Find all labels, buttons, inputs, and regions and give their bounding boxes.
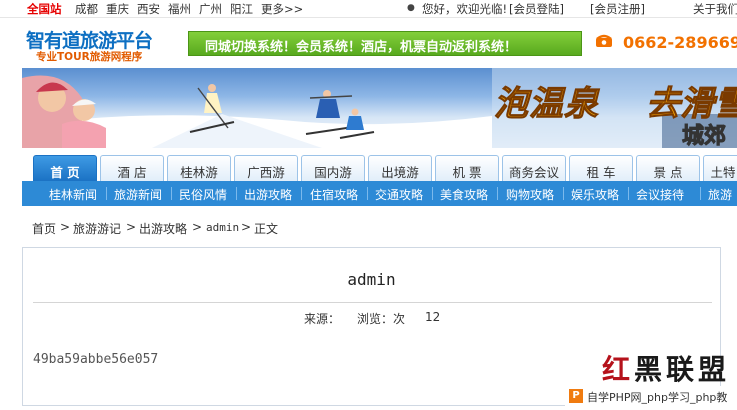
logo-subtitle: 专业TOUR旅游网程序 xyxy=(36,51,143,63)
subnav-link[interactable]: 购物攻略 xyxy=(506,186,554,203)
city-link[interactable]: 福州 xyxy=(168,1,191,17)
watermark-caption-bar: P 自学PHP网_php学习_php教 xyxy=(565,386,737,406)
tab-label: 酒 店 xyxy=(117,165,147,180)
city-link[interactable]: 成都 xyxy=(75,1,98,17)
tab-label: 土特 xyxy=(710,165,736,180)
views-count: 12 xyxy=(425,310,441,324)
promo-text: 同城切换系统！会员系统！酒店，机票自动返利系统！ xyxy=(205,40,518,55)
breadcrumb-separator: > xyxy=(192,220,203,234)
subnav-divider xyxy=(497,187,498,200)
city-link[interactable]: 西安 xyxy=(137,1,160,17)
subnav-divider xyxy=(367,187,368,200)
subnav-divider xyxy=(628,187,629,200)
subnav-link[interactable]: 出游攻略 xyxy=(244,186,292,203)
main-nav: 首 页 酒 店 桂林游 广西游 国内游 出境游 机 票 商务会议 租 车 景 点… xyxy=(22,155,737,181)
tab-label: 广西游 xyxy=(247,165,285,180)
breadcrumb-separator: > xyxy=(241,220,252,234)
tab-label: 国内游 xyxy=(314,165,352,180)
svg-text:红: 红 xyxy=(602,353,631,386)
tab-domestic-tour[interactable]: 国内游 xyxy=(301,155,365,181)
watermark-caption: 自学PHP网_php学习_php教 xyxy=(587,391,728,404)
member-register-link[interactable]: [会员注册] xyxy=(590,1,645,17)
tab-home[interactable]: 首 页 xyxy=(33,155,97,181)
subnav-link[interactable]: 桂林新闻 xyxy=(49,186,97,203)
php-logo-icon: P xyxy=(569,389,583,403)
city-link[interactable]: 广州 xyxy=(199,1,222,17)
tab-outbound-tour[interactable]: 出境游 xyxy=(368,155,432,181)
page: 全国站 成都 重庆 西安 福州 广州 阳江 更多>> ● 您好，欢迎光临! [会… xyxy=(0,0,737,410)
welcome-text: 您好，欢迎光临! xyxy=(422,2,508,16)
banner-illustration xyxy=(22,68,737,148)
tab-hotel[interactable]: 酒 店 xyxy=(100,155,164,181)
subnav-link[interactable]: 娱乐攻略 xyxy=(571,186,619,203)
tab-guangxi-tour[interactable]: 广西游 xyxy=(234,155,298,181)
tab-business-meeting[interactable]: 商务会议 xyxy=(502,155,566,181)
about-us-link[interactable]: 关于我们 xyxy=(693,1,737,17)
site-logo[interactable]: 智有道旅游平台 专业TOUR旅游网程序 xyxy=(26,26,176,66)
more-cities-link[interactable]: 更多>> xyxy=(261,1,303,17)
phone-icon xyxy=(596,34,612,47)
city-link[interactable]: 阳江 xyxy=(230,1,253,17)
subnav-link[interactable]: 会议接待 xyxy=(636,186,684,203)
tab-attractions[interactable]: 景 点 xyxy=(636,155,700,181)
subnav-divider xyxy=(432,187,433,200)
subnav-link[interactable]: 旅游 xyxy=(708,186,732,203)
subnav-divider xyxy=(301,187,302,200)
source-label: 来源： xyxy=(304,312,341,326)
member-login-link[interactable]: [会员登陆] xyxy=(509,1,564,17)
bullet-icon: ● xyxy=(407,3,415,13)
banner-slogan-1: 泡温泉 xyxy=(494,84,599,125)
svg-text:盟: 盟 xyxy=(698,353,727,386)
sub-nav: 桂林新闻 旅游新闻 民俗风情 出游攻略 住宿攻略 交通攻略 美食攻略 购物攻略 … xyxy=(22,181,737,206)
tab-label: 桂林游 xyxy=(180,165,218,180)
city-link[interactable]: 重庆 xyxy=(106,1,129,17)
title-divider xyxy=(33,302,712,303)
subnav-divider xyxy=(106,187,107,200)
subnav-link[interactable]: 住宿攻略 xyxy=(310,186,358,203)
tab-label: 出境游 xyxy=(381,165,419,180)
subnav-divider xyxy=(563,187,564,200)
tab-car-rental[interactable]: 租 车 xyxy=(569,155,633,181)
tab-specialties[interactable]: 土特 xyxy=(703,155,737,181)
breadcrumb: 首页 > 旅游游记 > 出游攻略 > admin > 正文 xyxy=(22,210,737,243)
breadcrumb-link-travel-notes[interactable]: 旅游游记 xyxy=(73,220,121,237)
promo-banner[interactable]: 同城切换系统！会员系统！酒店，机票自动返利系统！ xyxy=(188,31,582,56)
tab-label: 景 点 xyxy=(653,165,683,180)
svg-text:黑: 黑 xyxy=(634,353,663,386)
views-label: 浏览：次 xyxy=(357,312,406,326)
breadcrumb-link-home[interactable]: 首页 xyxy=(32,220,56,237)
subnav-link[interactable]: 美食攻略 xyxy=(440,186,488,203)
banner-slogan-3: 城郊 xyxy=(681,124,727,149)
breadcrumb-separator: > xyxy=(126,220,137,234)
tab-guilin-tour[interactable]: 桂林游 xyxy=(167,155,231,181)
subnav-link[interactable]: 交通攻略 xyxy=(375,186,423,203)
svg-text:联: 联 xyxy=(666,353,695,386)
breadcrumb-link-travel-guide[interactable]: 出游攻略 xyxy=(139,220,187,237)
current-site-link[interactable]: 全国站 xyxy=(27,1,62,17)
subnav-link[interactable]: 民俗风情 xyxy=(179,186,227,203)
tab-label: 首 页 xyxy=(50,165,80,180)
hero-banner[interactable]: 泡温泉 去滑雪 城郊 xyxy=(22,68,737,148)
subnav-divider xyxy=(236,187,237,200)
subnav-link[interactable]: 旅游新闻 xyxy=(114,186,162,203)
subnav-divider xyxy=(700,187,701,200)
article-title: admin xyxy=(347,270,396,289)
breadcrumb-separator: > xyxy=(60,220,71,234)
tab-label: 机 票 xyxy=(452,165,482,180)
breadcrumb-link-author[interactable]: admin xyxy=(206,221,239,234)
tab-label: 租 车 xyxy=(586,165,616,180)
tab-label: 商务会议 xyxy=(508,165,559,180)
tab-flights[interactable]: 机 票 xyxy=(435,155,499,181)
breadcrumb-current: 正文 xyxy=(254,222,279,236)
watermark-seal: 红 黑 联 盟 xyxy=(602,353,727,386)
hotline-number: 0662-2896695 xyxy=(623,33,737,52)
subnav-divider xyxy=(171,187,172,200)
article-body: 49ba59abbe56e057 xyxy=(33,352,159,367)
top-bar: 全国站 成都 重庆 西安 福州 广州 阳江 更多>> ● 您好，欢迎光临! [会… xyxy=(0,0,737,18)
